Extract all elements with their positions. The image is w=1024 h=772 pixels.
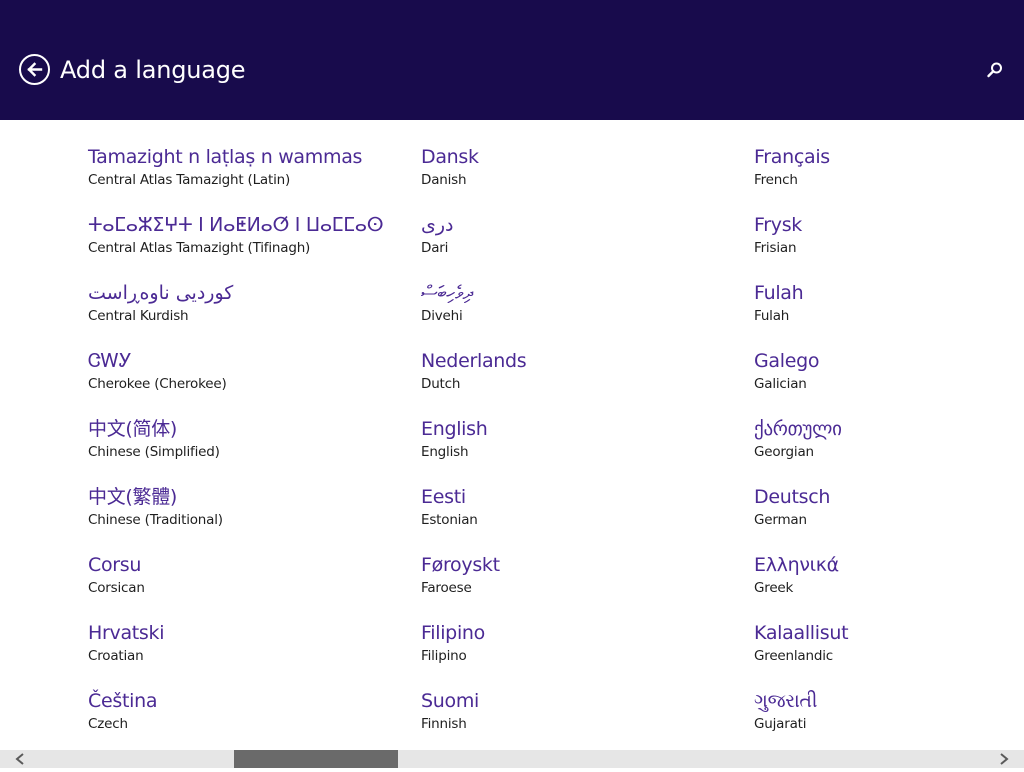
language-english-name: Frisian — [754, 240, 797, 256]
language-item[interactable]: Hrvatski Croatian — [88, 620, 388, 680]
language-item[interactable]: 中文(简体) Chinese (Simplified) — [88, 416, 388, 476]
language-grid: Tamazight n laṭlaṣ n wammas Central Atlas… — [0, 120, 1024, 750]
language-native-name: Filipino — [421, 622, 485, 644]
language-english-name: Central Kurdish — [88, 308, 189, 324]
language-native-name: Hrvatski — [88, 622, 165, 644]
language-item[interactable]: Filipino Filipino — [421, 620, 721, 680]
language-item[interactable]: Čeština Czech — [88, 688, 388, 748]
language-english-name: Greenlandic — [754, 648, 834, 664]
language-item[interactable]: ދިވެހިބަސް Divehi — [421, 280, 721, 340]
language-english-name: Central Atlas Tamazight (Tifinagh) — [88, 240, 311, 256]
language-native-name: Français — [754, 146, 830, 168]
language-english-name: Danish — [421, 172, 467, 188]
language-native-name: Ελληνικά — [754, 554, 839, 576]
language-item[interactable]: درى Dari — [421, 212, 721, 272]
language-item[interactable]: ქართული Georgian — [754, 416, 1024, 476]
language-english-name: Czech — [88, 716, 128, 732]
language-item[interactable]: 中文(繁體) Chinese (Traditional) — [88, 484, 388, 544]
language-native-name: Deutsch — [754, 486, 831, 508]
language-native-name: Nederlands — [421, 350, 527, 372]
language-item[interactable]: Suomi Finnish — [421, 688, 721, 748]
language-english-name: Corsican — [88, 580, 145, 596]
language-native-name: کوردیی ناوەڕاست — [88, 282, 234, 304]
language-english-name: Georgian — [754, 444, 814, 460]
language-item[interactable]: Føroyskt Faroese — [421, 552, 721, 612]
language-native-name: Eesti — [421, 486, 466, 508]
header-bar: Add a language — [0, 0, 1024, 120]
language-english-name: Divehi — [421, 308, 463, 324]
language-english-name: Central Atlas Tamazight (Latin) — [88, 172, 291, 188]
language-native-name: ދިވެހިބަސް — [421, 282, 473, 304]
language-item[interactable]: Dansk Danish — [421, 144, 721, 204]
chevron-left-icon — [15, 753, 24, 765]
language-english-name: Finnish — [421, 716, 467, 732]
language-english-name: Dari — [421, 240, 449, 256]
language-english-name: Faroese — [421, 580, 472, 596]
language-item[interactable]: Deutsch German — [754, 484, 1024, 544]
back-button[interactable] — [19, 54, 50, 85]
language-native-name: Galego — [754, 350, 820, 372]
language-english-name: Chinese (Simplified) — [88, 444, 220, 460]
language-native-name: Frysk — [754, 214, 803, 236]
language-item[interactable]: English English — [421, 416, 721, 476]
language-item[interactable]: Frysk Frisian — [754, 212, 1024, 272]
language-item[interactable]: Galego Galician — [754, 348, 1024, 408]
language-item[interactable]: Eesti Estonian — [421, 484, 721, 544]
language-item[interactable]: ᏣᎳᎩ Cherokee (Cherokee) — [88, 348, 388, 408]
language-native-name: Føroyskt — [421, 554, 500, 576]
search-button[interactable] — [984, 59, 1006, 81]
language-english-name: German — [754, 512, 807, 528]
language-native-name: 中文(简体) — [88, 418, 178, 440]
language-english-name: Cherokee (Cherokee) — [88, 376, 227, 392]
language-item[interactable]: ગુજરાતી Gujarati — [754, 688, 1024, 748]
language-item[interactable]: کوردیی ناوەڕاست Central Kurdish — [88, 280, 388, 340]
language-native-name: Fulah — [754, 282, 804, 304]
language-item[interactable]: Français French — [754, 144, 1024, 204]
language-item[interactable]: Fulah Fulah — [754, 280, 1024, 340]
language-item[interactable]: Corsu Corsican — [88, 552, 388, 612]
language-english-name: Estonian — [421, 512, 478, 528]
language-native-name: ⵜⴰⵎⴰⵣⵉⵖⵜ ⵏ ⵍⴰⵟⵍⴰⵚ ⵏ ⵡⴰⵎⵎⴰⵙ — [88, 214, 384, 236]
language-english-name: Galician — [754, 376, 807, 392]
language-native-name: ქართული — [754, 418, 842, 440]
language-native-name: English — [421, 418, 488, 440]
search-icon — [987, 62, 1002, 78]
language-native-name: Čeština — [88, 690, 158, 712]
language-english-name: Fulah — [754, 308, 790, 324]
horizontal-scrollbar[interactable] — [0, 750, 1024, 768]
language-native-name: ગુજરાતી — [754, 690, 818, 712]
language-item[interactable]: Kalaallisut Greenlandic — [754, 620, 1024, 680]
language-english-name: Chinese (Traditional) — [88, 512, 223, 528]
language-native-name: Tamazight n laṭlaṣ n wammas — [88, 146, 363, 168]
language-english-name: Croatian — [88, 648, 144, 664]
language-english-name: French — [754, 172, 798, 188]
language-native-name: درى — [421, 214, 454, 236]
language-native-name: Suomi — [421, 690, 480, 712]
language-item[interactable]: ⵜⴰⵎⴰⵣⵉⵖⵜ ⵏ ⵍⴰⵟⵍⴰⵚ ⵏ ⵡⴰⵎⵎⴰⵙ Central Atlas … — [88, 212, 388, 272]
language-english-name: Filipino — [421, 648, 467, 664]
language-item[interactable]: Ελληνικά Greek — [754, 552, 1024, 612]
language-english-name: Dutch — [421, 376, 461, 392]
language-english-name: Gujarati — [754, 716, 807, 732]
language-native-name: Kalaallisut — [754, 622, 849, 644]
language-native-name: Dansk — [421, 146, 479, 168]
back-arrow-icon — [27, 62, 43, 77]
language-item[interactable]: Tamazight n laṭlaṣ n wammas Central Atlas… — [88, 144, 388, 204]
language-item[interactable]: Nederlands Dutch — [421, 348, 721, 408]
scroll-right-button[interactable] — [994, 750, 1014, 768]
language-native-name: ᏣᎳᎩ — [88, 350, 132, 372]
scroll-left-button[interactable] — [10, 750, 30, 768]
language-english-name: Greek — [754, 580, 794, 596]
language-native-name: Corsu — [88, 554, 142, 576]
scroll-thumb[interactable] — [234, 750, 398, 768]
language-english-name: English — [421, 444, 469, 460]
chevron-right-icon — [1000, 753, 1009, 765]
page-title: Add a language — [60, 56, 246, 84]
language-native-name: 中文(繁體) — [88, 486, 178, 508]
